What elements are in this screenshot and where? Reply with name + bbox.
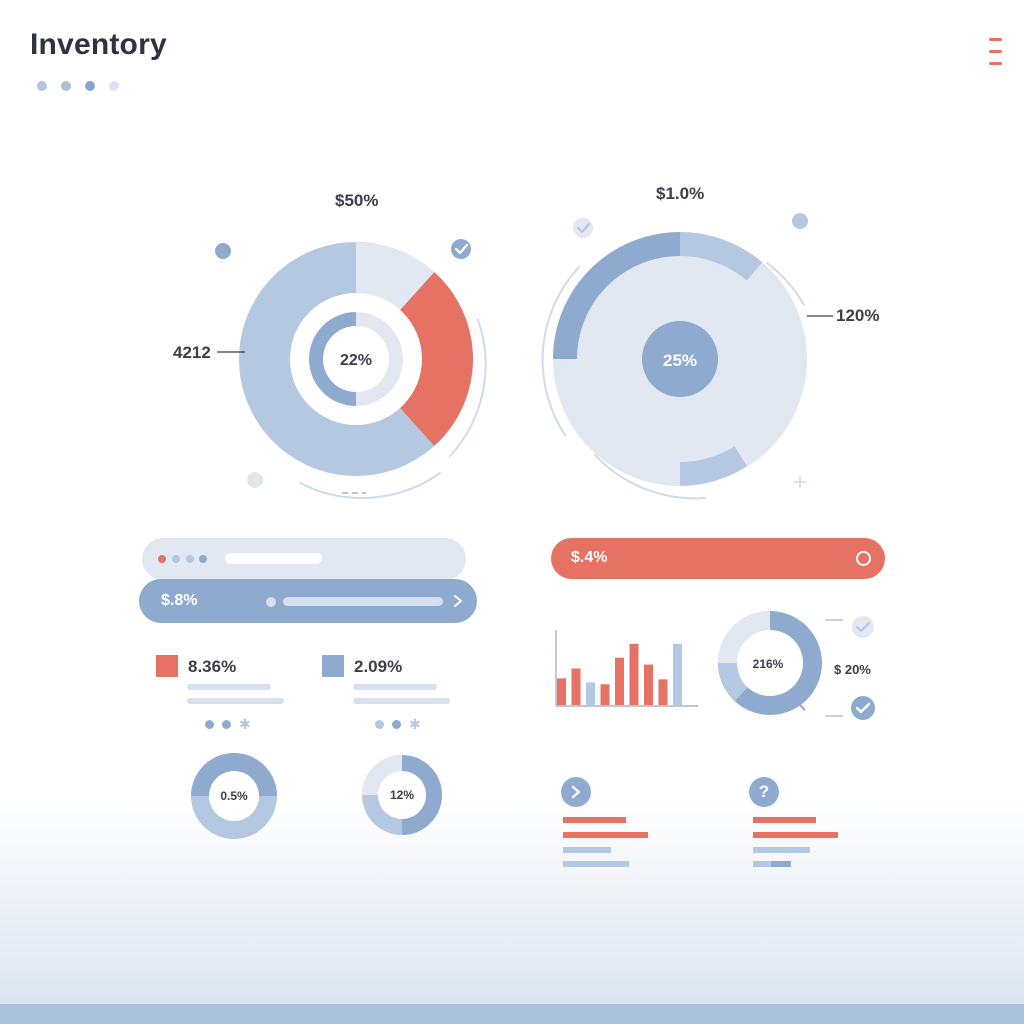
dot-marker — [792, 213, 808, 229]
bar-8 — [658, 679, 668, 705]
small-donut-center-label: 216% — [753, 657, 784, 671]
legend-swatch-blue — [322, 655, 344, 677]
left-donut-center-label: 22% — [340, 352, 372, 369]
dot-marker — [215, 243, 231, 259]
bar-5 — [615, 657, 624, 705]
bar-7 — [644, 664, 653, 705]
plus-icon — [794, 476, 806, 488]
page-dot-3[interactable] — [85, 81, 95, 91]
red-status-bar[interactable]: $.4% — [551, 538, 885, 579]
mini-dots: ✱ — [205, 716, 251, 732]
left-chart-side-label: 4212 — [173, 343, 211, 362]
stat-label: 8.36% — [188, 657, 237, 676]
next-button[interactable] — [561, 777, 591, 807]
check-icon[interactable] — [851, 696, 875, 720]
page-title: Inventory — [30, 28, 167, 61]
question-mark-icon: ? — [758, 782, 770, 801]
bar-1 — [557, 678, 566, 705]
dot-marker — [247, 472, 263, 488]
right-chart-side-label: 120% — [836, 306, 880, 325]
page-dot-4[interactable] — [109, 81, 119, 91]
right-chart-top-label: $1.0% — [656, 184, 705, 203]
bar-6 — [629, 643, 639, 705]
help-button[interactable]: ? — [749, 777, 779, 807]
stat-label: 2.09% — [354, 657, 403, 676]
ring-label: 12% — [390, 788, 414, 802]
slider-handle[interactable] — [266, 597, 276, 607]
page-indicator[interactable] — [37, 81, 119, 91]
ring-label: 0.5% — [220, 789, 248, 803]
mini-dots: ✱ — [375, 716, 421, 732]
check-icon[interactable] — [573, 218, 593, 238]
bar-4 — [600, 684, 610, 705]
ring-chart-right: 12% — [362, 755, 442, 835]
red-pill-label: $.4% — [571, 549, 608, 566]
star-icon: ✱ — [409, 716, 421, 732]
bar-chart — [555, 630, 698, 707]
toggle-circle-icon[interactable] — [856, 551, 871, 566]
page-dot-1[interactable] — [37, 81, 47, 91]
chevron-right-icon[interactable] — [452, 594, 464, 608]
slider-track[interactable] — [283, 597, 443, 606]
ring-chart-left: 0.5% — [191, 753, 277, 839]
bar-3 — [586, 682, 595, 705]
footer-bar — [0, 1004, 1024, 1024]
right-donut-center-label: 25% — [663, 351, 697, 370]
left-chart-top-label: $50% — [335, 191, 379, 210]
star-icon: ✱ — [239, 716, 251, 732]
blue-pill-label: $.8% — [161, 592, 198, 609]
check-icon[interactable] — [852, 616, 874, 638]
right-donut-chart: 25% — [541, 213, 833, 500]
bar-2 — [571, 668, 581, 705]
small-donut-chart: 216% — [718, 611, 875, 720]
filter-pill[interactable] — [142, 538, 466, 580]
page-dot-2[interactable] — [61, 81, 71, 91]
bar-9 — [673, 643, 682, 705]
menu-icon[interactable] — [989, 38, 1002, 65]
chevron-right-icon — [571, 785, 581, 799]
value-slider-bar[interactable]: $.8% — [139, 579, 477, 623]
legend-swatch-red — [156, 655, 178, 677]
check-icon[interactable] — [451, 239, 471, 259]
small-donut-side-label: $ 20% — [834, 662, 871, 677]
